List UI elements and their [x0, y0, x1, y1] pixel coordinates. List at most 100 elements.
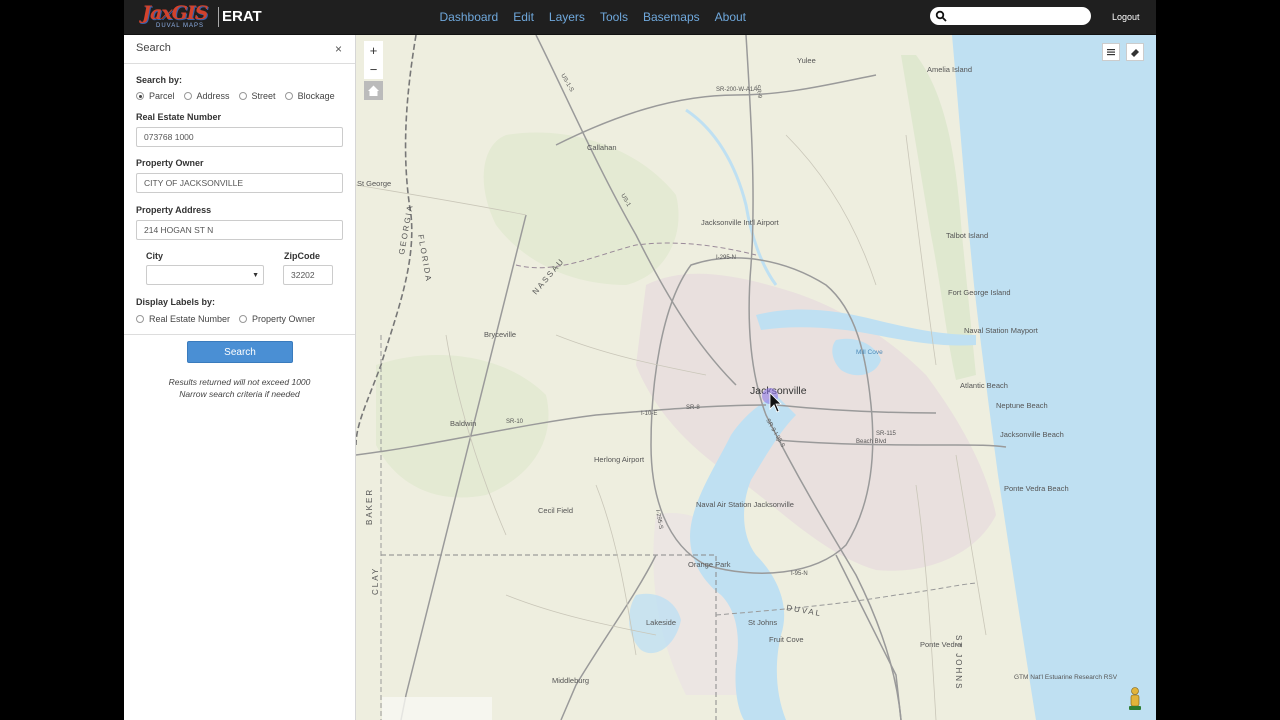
map-label-lakeside: Lakeside — [646, 618, 676, 627]
global-search-input[interactable] — [950, 8, 1086, 24]
map-label-fruit-cove: Fruit Cove — [769, 635, 804, 644]
radio-street[interactable]: Street — [238, 91, 276, 101]
road-label-us1s: US-1-S — [559, 73, 574, 93]
map-label-nas-jax: Naval Air Station Jacksonville — [696, 500, 794, 509]
radio-parcel[interactable]: Parcel — [136, 91, 175, 101]
radio-label: Property Owner — [252, 314, 316, 324]
map-label-jacksonville: Jacksonville — [750, 385, 807, 397]
narrow-criteria-note: Narrow search criteria if needed — [179, 389, 300, 399]
panel-divider — [124, 334, 355, 335]
menu-dashboard[interactable]: Dashboard — [432, 0, 506, 34]
zip-label: ZipCode — [284, 251, 320, 261]
road-label-sr10: SR-10 — [506, 419, 524, 425]
map-label-st-johns: St Johns — [748, 618, 777, 627]
panel-header: Search × — [124, 35, 355, 64]
map-label-mill-cove: Mill Cove — [856, 349, 883, 356]
logo-divider — [218, 7, 219, 27]
city-label: City — [146, 251, 164, 261]
map-label-georgia: GEORGIA — [397, 203, 415, 255]
radio-dot[interactable] — [183, 92, 192, 100]
map-label-yulee: Yulee — [797, 56, 816, 65]
menu-basemaps[interactable]: Basemaps — [635, 0, 707, 34]
logo-text: JaxGIS — [142, 2, 208, 24]
search-icon — [935, 10, 947, 22]
radio-label-owner[interactable]: Property Owner — [239, 314, 315, 324]
map-label-baldwin: Baldwin — [450, 419, 476, 428]
map-label-fort-george: Fort George Island — [948, 288, 1011, 297]
radio-dot[interactable] — [136, 92, 144, 100]
road-label-sr115: SR-115 — [876, 431, 897, 437]
map-label-bryceville: Bryceville — [484, 330, 516, 339]
sr-a1a-north — [555, 74, 877, 146]
zoom-out-button[interactable]: − — [364, 60, 383, 79]
eraser-icon — [1131, 49, 1139, 57]
zipcode-input[interactable] — [283, 265, 333, 285]
road-label-sr200: SR-200-W-A1A — [716, 87, 757, 93]
logo-subtext: DUVAL MAPS — [156, 23, 205, 29]
menu-edit[interactable]: Edit — [506, 0, 542, 34]
radio-blockage[interactable]: Blockage — [284, 91, 335, 101]
radio-label: Address — [196, 91, 230, 101]
result-limit-note: Results returned will not exceed 1000 — [168, 377, 311, 387]
map-view[interactable]: Jacksonville Yulee Amelia Island Callaha… — [356, 35, 1156, 720]
property-address-input[interactable] — [136, 220, 343, 240]
app-window: JaxGIS DUVAL MAPS ERAT Dashboard Edit La… — [124, 0, 1156, 720]
search-button[interactable]: Search — [187, 341, 293, 363]
logout-link[interactable]: Logout — [1112, 12, 1140, 22]
map-label-st-george: St George — [357, 179, 391, 188]
zoom-in-button[interactable]: + — [364, 41, 383, 60]
radio-dot[interactable] — [238, 92, 247, 100]
map-label-duval: DUVAL — [786, 603, 823, 618]
home-extent-button[interactable] — [364, 81, 383, 100]
map-label-baker: BAKER — [365, 488, 374, 525]
real-estate-number-input[interactable] — [136, 127, 343, 147]
jaxgis-logo[interactable]: JaxGIS DUVAL MAPS — [142, 3, 216, 31]
radio-label: Parcel — [149, 91, 175, 101]
radio-address[interactable]: Address — [183, 91, 230, 101]
map-label-airport: Jacksonville Int'l Airport — [701, 218, 780, 227]
map-canvas[interactable]: Jacksonville Yulee Amelia Island Callaha… — [356, 35, 1156, 720]
layer-list-button[interactable] — [1102, 43, 1120, 61]
map-label-callahan: Callahan — [587, 143, 617, 152]
caret-down-icon: ▼ — [252, 272, 259, 279]
radio-label: Real Estate Number — [149, 314, 231, 324]
map-label-gtm: GTM Nat'l Estuarine Research RSV — [1014, 674, 1118, 681]
road-label-sr8: SR-8 — [686, 405, 700, 411]
global-search-box[interactable] — [930, 7, 1091, 25]
street-view-pegman-icon[interactable] — [1128, 687, 1142, 711]
map-label-cecil-field: Cecil Field — [538, 506, 573, 515]
menu-layers[interactable]: Layers — [541, 0, 592, 34]
main-menu: Dashboard Edit Layers Tools Basemaps Abo… — [432, 0, 754, 34]
radio-dot[interactable] — [136, 315, 144, 323]
radio-dot[interactable] — [239, 315, 248, 323]
map-label-neptune-beach: Neptune Beach — [996, 401, 1048, 410]
sr-9b — [835, 554, 902, 720]
app-name: ERAT — [222, 8, 262, 25]
radio-label: Street — [251, 91, 276, 101]
road-label-i95n: I-95-N — [791, 571, 808, 577]
top-navbar: JaxGIS DUVAL MAPS ERAT Dashboard Edit La… — [124, 0, 1156, 35]
menu-about[interactable]: About — [707, 0, 753, 34]
map-label-jax-beach: Jacksonville Beach — [1000, 430, 1064, 439]
close-icon[interactable]: × — [335, 42, 342, 56]
map-label-orange-park: Orange Park — [688, 560, 731, 569]
map-label-amelia: Amelia Island — [927, 65, 972, 74]
map-label-st-johns-county: ST JOHNS — [954, 635, 963, 690]
map-label-mayport: Naval Station Mayport — [964, 326, 1039, 335]
map-label-talbot: Talbot Island — [946, 231, 988, 240]
map-label-atlantic-beach: Atlantic Beach — [960, 381, 1008, 390]
map-label-florida: FLORIDA — [416, 234, 433, 283]
scale-bar — [382, 697, 492, 720]
map-label-ponte-vedra-beach: Ponte Vedra Beach — [1004, 484, 1069, 493]
ren-label: Real Estate Number — [136, 112, 222, 122]
city-select[interactable]: ▼ — [146, 265, 264, 285]
search-by-label: Search by: — [136, 75, 183, 85]
map-label-middleburg: Middleburg — [552, 676, 589, 685]
home-icon — [368, 85, 379, 96]
property-owner-input[interactable] — [136, 173, 343, 193]
radio-dot[interactable] — [284, 92, 293, 100]
radio-label-ren[interactable]: Real Estate Number — [136, 314, 230, 324]
radio-label: Blockage — [297, 91, 335, 101]
eraser-button[interactable] — [1126, 43, 1144, 61]
menu-tools[interactable]: Tools — [592, 0, 635, 34]
